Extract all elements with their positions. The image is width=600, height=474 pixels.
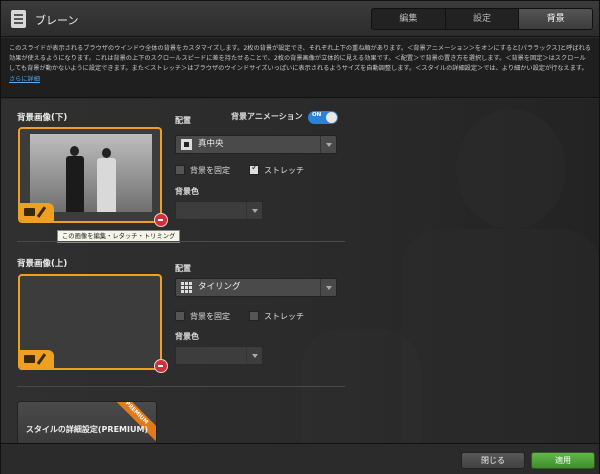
upper-bg-thumbnail[interactable]: [18, 274, 162, 370]
section-divider: [17, 241, 345, 242]
upper-bg-delete-button[interactable]: [154, 359, 168, 373]
title-bar: ブレーン 編集 設定 背景: [1, 1, 599, 37]
lower-placement-select[interactable]: 真中央: [175, 135, 337, 154]
upper-bg-tools: [20, 350, 54, 368]
lower-bg-label: 背景画像(下): [17, 113, 68, 123]
lower-placement-label: 配置: [175, 116, 191, 125]
center-placement-icon: [181, 139, 192, 150]
close-button[interactable]: 閉じる: [461, 452, 525, 469]
tab-background[interactable]: 背景: [519, 9, 592, 29]
lower-bg-delete-button[interactable]: [154, 213, 168, 227]
lower-placement-value: 真中央: [198, 139, 224, 149]
photo-figure-dark: [66, 156, 84, 212]
settings-dialog: ブレーン 編集 設定 背景 このスライドが表示されるブラウザのウインドウ全体の背…: [0, 0, 600, 474]
upper-fixed-checkbox[interactable]: [175, 311, 185, 321]
upper-placement-value: タイリング: [198, 282, 241, 292]
apply-button[interactable]: 適用: [531, 452, 595, 469]
upper-fixed-label: 背景を固定: [190, 312, 230, 321]
animation-label: 背景アニメーション: [231, 112, 303, 121]
lower-color-label: 背景色: [175, 187, 199, 196]
lower-bg-tools: [20, 203, 54, 221]
lower-stretch-checkbox[interactable]: [249, 163, 259, 175]
folder-icon[interactable]: [24, 355, 35, 363]
tab-bar: 編集 設定 背景: [371, 8, 593, 30]
chevron-down-icon: [246, 347, 262, 364]
tab-settings[interactable]: 設定: [446, 9, 520, 29]
animation-toggle-state: ON: [312, 112, 322, 118]
tab-edit[interactable]: 編集: [372, 9, 446, 29]
toggle-knob: [326, 112, 337, 123]
advanced-style-button[interactable]: PREMIUM スタイルの詳細設定(PREMIUM): [17, 401, 157, 445]
description-panel: このスライドが表示されるブラウザのウインドウ全体の背景をカスタマイズします。2枚…: [1, 38, 599, 98]
dialog-footer: 閉じる 適用: [1, 443, 599, 474]
background-photo-head: [456, 109, 566, 229]
lower-color-select[interactable]: [175, 201, 263, 220]
document-icon: [11, 10, 26, 28]
background-photo-body: [401, 229, 599, 443]
upper-placement-select[interactable]: タイリング: [175, 278, 337, 297]
dialog-title: ブレーン: [35, 14, 79, 27]
upper-bg-label: 背景画像(上): [17, 259, 68, 269]
advanced-style-label: スタイルの詳細設定(PREMIUM): [25, 425, 149, 434]
folder-icon[interactable]: [24, 208, 35, 216]
section-divider: [17, 386, 345, 387]
upper-stretch-checkbox[interactable]: [249, 311, 259, 321]
upper-color-label: 背景色: [175, 332, 199, 341]
animation-toggle[interactable]: ON: [308, 111, 338, 124]
upper-stretch-label: ストレッチ: [264, 312, 304, 321]
lower-fixed-label: 背景を固定: [190, 166, 230, 175]
upper-color-select[interactable]: [175, 346, 263, 365]
pencil-icon[interactable]: [36, 353, 47, 365]
lower-bg-thumbnail[interactable]: [18, 127, 162, 223]
chevron-down-icon: [320, 136, 336, 153]
pencil-icon[interactable]: [36, 206, 47, 218]
tile-grid-icon: [181, 282, 192, 293]
lower-stretch-label: ストレッチ: [264, 166, 304, 175]
chevron-down-icon: [320, 279, 336, 296]
chevron-down-icon: [246, 202, 262, 219]
premium-badge: PREMIUM: [103, 402, 156, 444]
description-text: このスライドが表示されるブラウザのウインドウ全体の背景をカスタマイズします。2枚…: [9, 45, 591, 73]
lower-fixed-checkbox[interactable]: [175, 165, 185, 175]
more-details-link[interactable]: さらに詳細: [9, 76, 40, 83]
photo-figure-light: [97, 158, 116, 212]
upper-placement-label: 配置: [175, 264, 191, 273]
lower-bg-photo: [30, 134, 152, 212]
